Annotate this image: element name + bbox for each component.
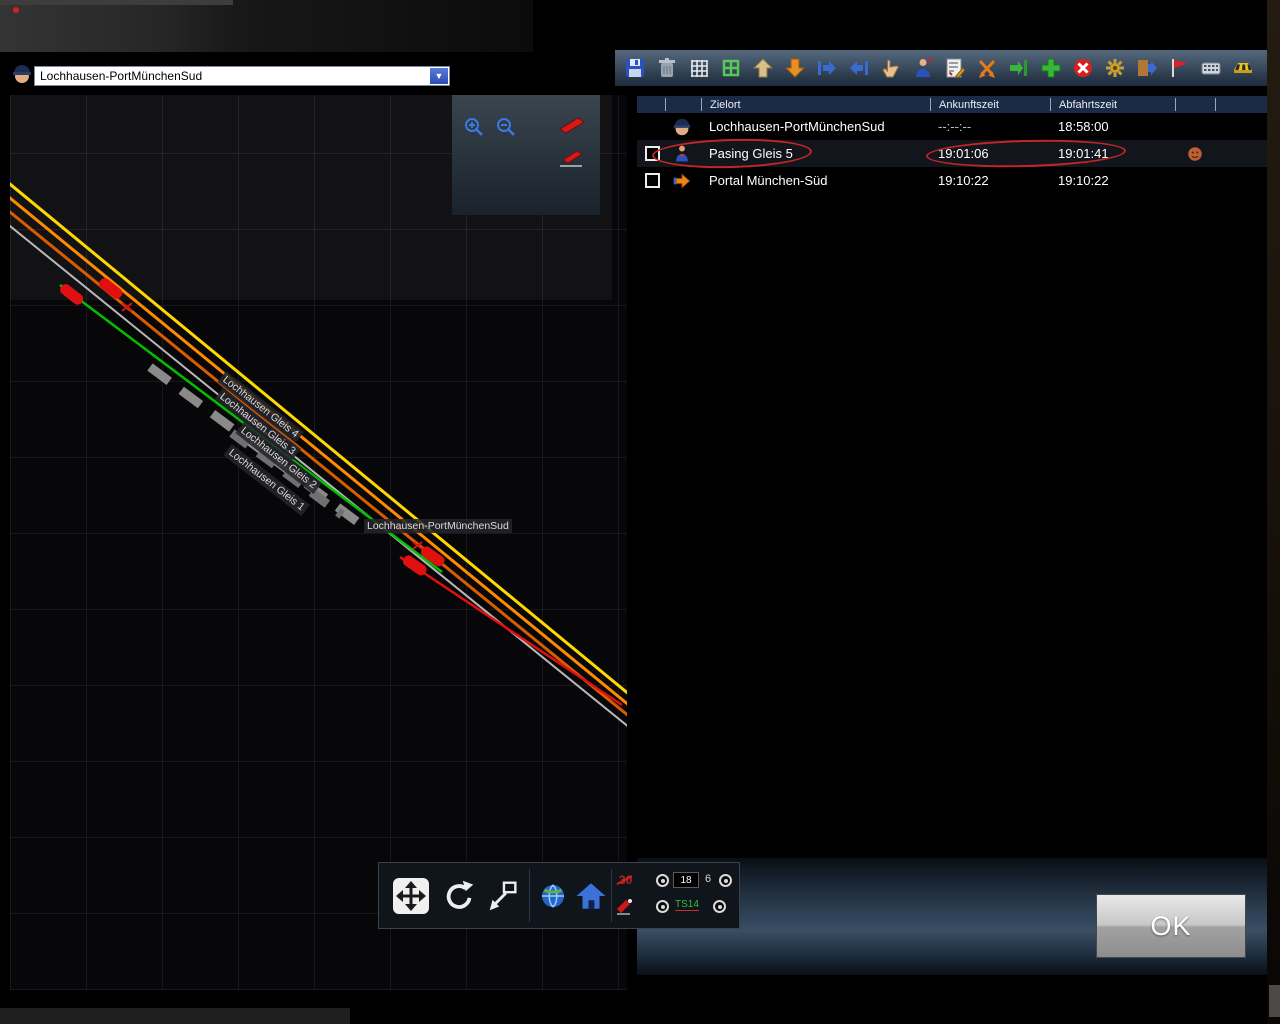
signal-radio-4[interactable]: [713, 900, 726, 913]
cell-zielort: Portal München-Süd: [701, 173, 930, 188]
passenger-icon: [665, 144, 701, 164]
track-map[interactable]: Lochhausen Gleis 4 Lochhausen Gleis 3 Lo…: [10, 95, 627, 990]
row-checkbox[interactable]: [645, 146, 660, 161]
schedule-toolbar: [615, 50, 1267, 86]
rotate-view-icon[interactable]: [437, 874, 481, 918]
portal-icon: [665, 171, 701, 191]
select-hand-icon[interactable]: [878, 55, 904, 81]
gauge-label: 6: [705, 873, 711, 885]
toolbar-divider: [611, 869, 612, 922]
cell-zielort: Pasing Gleis 5: [701, 146, 930, 161]
zoom-in-icon[interactable]: [458, 113, 490, 141]
app-root: Lochhausen-PortMünchenSud ▼: [0, 0, 1280, 1024]
header-zielort: Zielort: [701, 98, 930, 111]
schedule-table-header: Zielort Ankunftszeit Abfahrtszeit: [637, 96, 1267, 113]
chevron-down-icon[interactable]: ▼: [430, 68, 448, 84]
toolbar-divider: [529, 869, 530, 922]
pan-move-icon[interactable]: [389, 874, 433, 918]
background-scene-right-block: [1269, 985, 1280, 1017]
header-ankunftszeit: Ankunftszeit: [930, 98, 1050, 111]
globe-icon[interactable]: [535, 877, 571, 915]
signal-radio-1[interactable]: [656, 874, 669, 887]
keypad-icon[interactable]: [1198, 55, 1224, 81]
schedule-row-pasing[interactable]: Pasing Gleis 5 19:01:06 19:01:41: [637, 140, 1267, 167]
save-icon[interactable]: [622, 55, 648, 81]
exit-route-icon[interactable]: [1134, 55, 1160, 81]
background-scene-right-edge: [1267, 0, 1280, 1024]
cell-abfahrtszeit: 19:10:22: [1050, 173, 1175, 188]
home-icon[interactable]: [573, 877, 609, 915]
flag-icon[interactable]: [1166, 55, 1192, 81]
map-tools-panel: [452, 95, 600, 215]
map-nav-toolbar: 30 18 6 TS14: [378, 862, 740, 929]
cell-ankunftszeit: --:--:--: [930, 119, 1050, 134]
edit-timetable-icon[interactable]: [942, 55, 968, 81]
track-map-canvas[interactable]: [10, 95, 627, 990]
add-stop-icon[interactable]: [1038, 55, 1064, 81]
ts-label: TS14: [675, 899, 699, 911]
schedule-row-portal[interactable]: Portal München-Süd 19:10:22 19:10:22: [637, 167, 1267, 194]
scene-signal-dot: [13, 7, 19, 13]
cell-abfahrtszeit: 19:01:41: [1050, 146, 1175, 161]
zoom-out-icon[interactable]: [490, 113, 522, 141]
grid-small-icon[interactable]: [686, 55, 712, 81]
route-to-end-icon[interactable]: [1006, 55, 1032, 81]
background-scene-mid: [233, 0, 533, 52]
add-contact-icon[interactable]: [910, 55, 936, 81]
cell-ankunftszeit: 19:01:06: [930, 146, 1050, 161]
signal-radio-2[interactable]: [719, 874, 732, 887]
face-icon: [1175, 145, 1215, 163]
delete-icon[interactable]: [654, 55, 680, 81]
move-up-icon[interactable]: [750, 55, 776, 81]
insert-before-icon[interactable]: [846, 55, 872, 81]
background-scene-left: [0, 0, 233, 52]
row-checkbox[interactable]: [645, 173, 660, 188]
jump-to-view-icon[interactable]: [481, 874, 525, 918]
signal-radio-3[interactable]: [656, 900, 669, 913]
background-scene-strip: [0, 0, 233, 5]
window-icon: [10, 62, 34, 86]
move-down-icon[interactable]: [782, 55, 808, 81]
grid-large-icon[interactable]: [718, 55, 744, 81]
station-dropdown[interactable]: Lochhausen-PortMünchenSud ▼: [34, 66, 450, 86]
cell-abfahrtszeit: 18:58:00: [1050, 119, 1175, 134]
track-edit-alt-icon[interactable]: [556, 145, 588, 173]
signal-icon: [615, 897, 635, 917]
station-dropdown-value: Lochhausen-PortMünchenSud: [35, 69, 430, 83]
depot-icon[interactable]: [1230, 55, 1256, 81]
cell-ankunftszeit: 19:10:22: [930, 173, 1050, 188]
conductor-icon: [665, 116, 701, 138]
settings-gear-icon[interactable]: [1102, 55, 1128, 81]
cell-zielort: Lochhausen-PortMünchenSud: [701, 119, 930, 134]
schedule-row-start[interactable]: Lochhausen-PortMünchenSud --:--:-- 18:58…: [637, 113, 1267, 140]
header-abfahrtszeit: Abfahrtszeit: [1050, 98, 1175, 111]
background-scene-bottom: [0, 1008, 350, 1024]
insert-after-icon[interactable]: [814, 55, 840, 81]
speed-limit-label: 30: [619, 873, 632, 887]
block-value-field[interactable]: 18: [673, 872, 699, 888]
track-edit-icon[interactable]: [556, 111, 588, 139]
track-label-route: Lochhausen-PortMünchenSud: [364, 519, 512, 533]
swap-route-icon[interactable]: [974, 55, 1000, 81]
ok-button[interactable]: OK: [1096, 894, 1246, 958]
delete-route-icon[interactable]: [1070, 55, 1096, 81]
